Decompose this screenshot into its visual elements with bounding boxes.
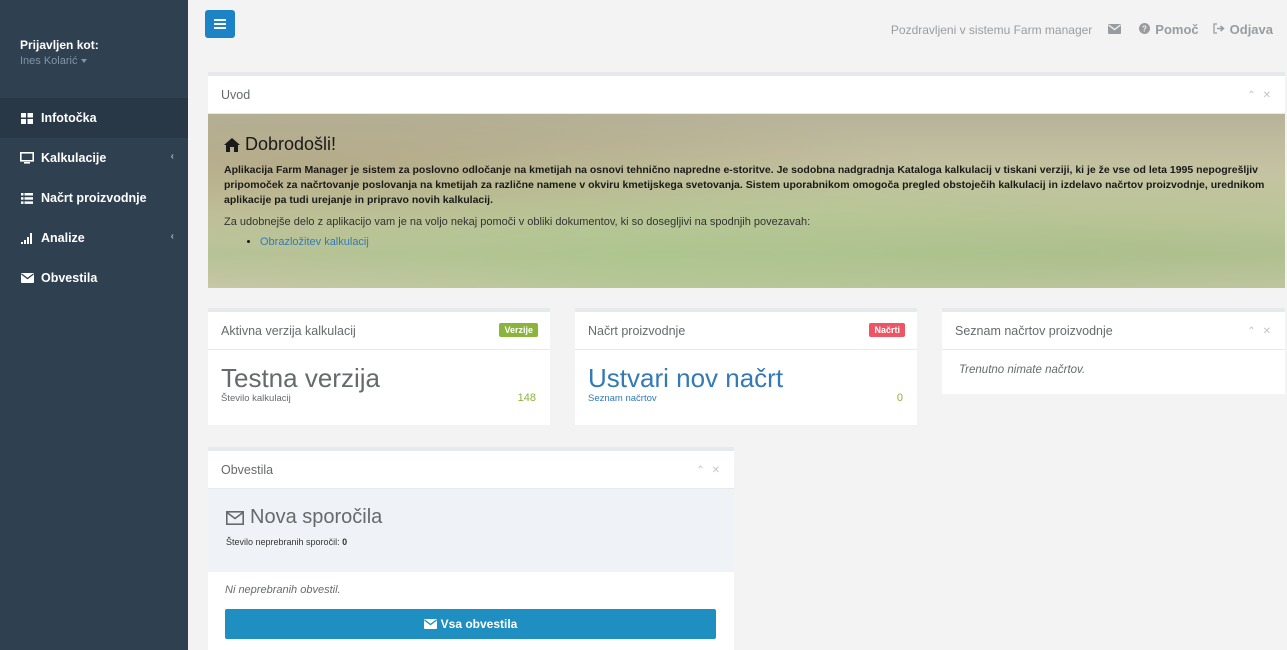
intro-body: Dobrodošli! Aplikacija Farm Manager je s… xyxy=(208,114,1285,288)
no-notifications-message: Ni neprebranih obvestil. xyxy=(225,584,341,596)
envelope-icon xyxy=(19,273,35,283)
notifications-panel: Obvestila ⌃ ✕ Nova sporočila Število nep… xyxy=(208,447,734,650)
sidebar-item-label: Infotočka xyxy=(41,111,97,125)
chevron-left-icon: ‹ xyxy=(170,151,174,162)
grid-icon xyxy=(19,112,35,124)
active-version-panel: Aktivna verzija kalkulacij Verzije Testn… xyxy=(208,308,550,425)
sidebar-item-infotocka[interactable]: Infotočka xyxy=(0,98,188,138)
sidebar-item-kalkulacije[interactable]: Kalkulacije ‹ xyxy=(0,138,188,178)
panel-title: Načrt proizvodnje xyxy=(588,323,686,338)
unread-label: Število neprebranih sporočil: xyxy=(226,537,340,547)
calc-count: 148 xyxy=(517,392,536,404)
top-navbar: Pozdravljeni v sistemu Farm manager ? Po… xyxy=(188,0,1287,52)
home-icon xyxy=(224,137,240,152)
collapse-icon[interactable]: ⌃ xyxy=(1247,326,1255,337)
calc-count-label: Število kalkulacij xyxy=(221,393,291,404)
sidebar-item-label: Načrt proizvodnje xyxy=(41,191,147,205)
welcome-heading: Dobrodošli! xyxy=(224,134,1269,155)
sidebar-item-nacrt-proizvodnje[interactable]: Načrt proizvodnje xyxy=(0,178,188,218)
intro-text: Aplikacija Farm Manager je sistem za pos… xyxy=(224,164,1265,206)
panel-title: Aktivna verzija kalkulacij xyxy=(221,323,356,338)
welcome-heading-text: Dobrodošli! xyxy=(245,134,337,154)
unread-count: 0 xyxy=(342,537,348,547)
help-label: Pomoč xyxy=(1155,22,1199,37)
plans-count: 0 xyxy=(896,392,903,404)
panel-title: Obvestila xyxy=(221,462,274,477)
create-plan-link[interactable]: Ustvari nov načrt xyxy=(588,364,904,392)
versions-badge[interactable]: Verzije xyxy=(499,323,538,337)
sidebar-item-analize[interactable]: Analize ‹ xyxy=(0,218,188,258)
hamburger-icon xyxy=(214,19,226,29)
close-icon[interactable]: ✕ xyxy=(1263,90,1271,101)
plans-list-panel: Seznam načrtov proizvodnje ⌃ ✕ Trenutno … xyxy=(942,308,1285,394)
sidebar-item-label: Analize xyxy=(41,231,85,245)
envelope-icon[interactable] xyxy=(1108,23,1122,37)
help-link[interactable]: ? Pomoč xyxy=(1139,22,1199,37)
intro-panel: Uvod ⌃ ✕ Dobrodošli! Aplikacija Farm Man… xyxy=(208,72,1285,288)
sidebar-item-label: Obvestila xyxy=(41,271,98,285)
empty-plans-message: Trenutno nimate načrtov. xyxy=(959,364,1086,376)
new-messages-text: Nova sporočila xyxy=(250,506,383,528)
profile: Prijavljen kot: Ines Kolarić xyxy=(0,0,188,98)
panel-title: Seznam načrtov proizvodnje xyxy=(955,323,1113,338)
sign-out-icon xyxy=(1212,22,1225,37)
envelope-icon xyxy=(226,510,244,525)
panel-title: Uvod xyxy=(221,87,251,102)
collapse-icon[interactable]: ⌃ xyxy=(1247,90,1255,101)
bar-chart-icon xyxy=(19,232,35,244)
user-name: Ines Kolarić xyxy=(20,55,78,67)
list-icon xyxy=(19,192,35,204)
logout-link[interactable]: Odjava xyxy=(1212,22,1273,37)
close-icon[interactable]: ✕ xyxy=(1263,326,1271,337)
svg-text:?: ? xyxy=(1142,24,1147,33)
collapse-icon[interactable]: ⌃ xyxy=(696,465,704,476)
all-notifications-button[interactable]: Vsa obvestila xyxy=(225,609,716,639)
profile-label: Prijavljen kot: xyxy=(20,38,99,52)
menu-toggle-button[interactable] xyxy=(205,10,235,38)
close-icon[interactable]: ✕ xyxy=(712,465,720,476)
sidebar-item-label: Kalkulacije xyxy=(41,151,107,165)
user-menu[interactable]: Ines Kolarić xyxy=(20,55,188,67)
envelope-icon xyxy=(423,619,437,629)
sidebar-item-obvestila[interactable]: Obvestila xyxy=(0,258,188,298)
help-text: Za udobnejše delo z aplikacijo vam je na… xyxy=(224,216,811,228)
logout-label: Odjava xyxy=(1229,22,1273,37)
version-name: Testna verzija xyxy=(221,363,380,393)
plans-list-link[interactable]: Seznam načrtov xyxy=(588,393,904,404)
question-circle-icon: ? xyxy=(1139,22,1151,37)
unread-count-row: Število neprebranih sporočil: 0 xyxy=(226,537,716,547)
desktop-icon xyxy=(19,152,35,164)
chevron-left-icon: ‹ xyxy=(170,231,174,242)
all-notifications-label: Vsa obvestila xyxy=(440,617,518,631)
caret-down-icon xyxy=(81,59,88,64)
new-messages-heading: Nova sporočila xyxy=(226,506,716,529)
production-plan-panel: Načrt proizvodnje Načrti Ustvari nov nač… xyxy=(575,308,917,425)
plans-badge[interactable]: Načrti xyxy=(869,323,905,337)
welcome-message: Pozdravljeni v sistemu Farm manager xyxy=(890,22,1093,37)
doc-link[interactable]: Obrazložitev kalkulacij xyxy=(260,236,369,248)
sidebar: Prijavljen kot: Ines Kolarić Infotočka K… xyxy=(0,0,188,650)
